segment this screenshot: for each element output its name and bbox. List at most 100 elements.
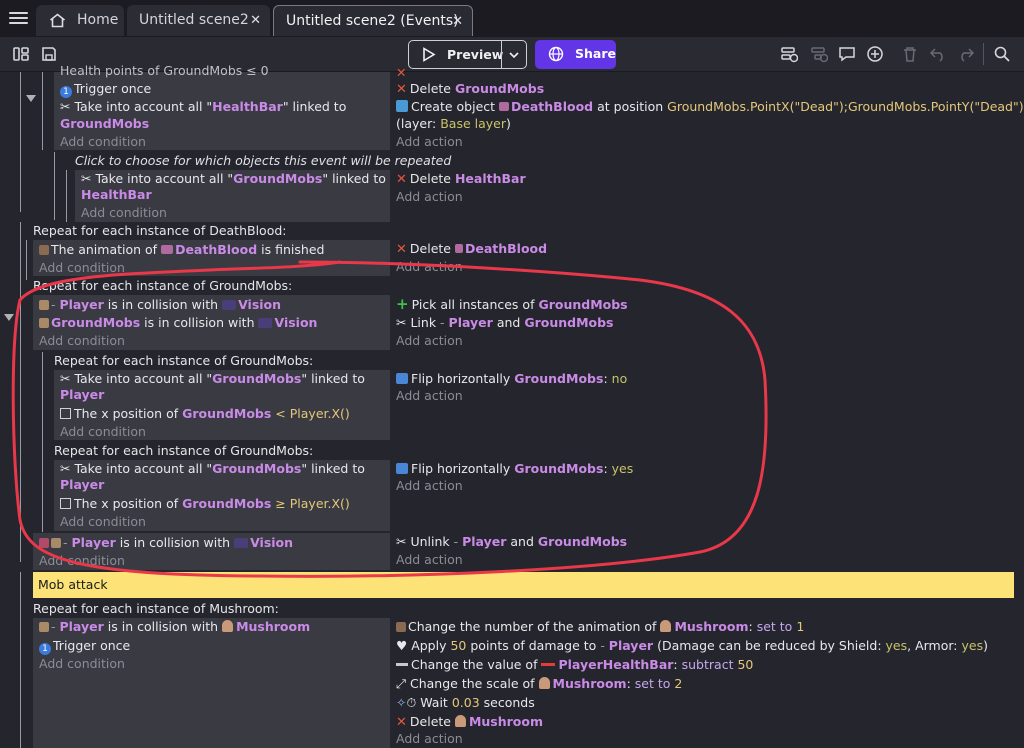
event-actions[interactable]: + Pick all instances of GroundMobs ✂ Link… [396,295,1016,350]
tab-scene[interactable]: Untitled scene2 ✕ [127,5,270,36]
condition-x-position[interactable]: The x position of GroundMobs ≥ Player.X(… [60,495,350,513]
event-actions[interactable]: ✕ ✕ Delete GroundMobs Create object Death… [396,65,1024,151]
action-text: Pick all instances of [411,297,535,312]
add-action[interactable]: Add action [396,133,463,151]
add-action[interactable]: Add action [396,332,463,350]
action-delete[interactable]: ✕ Delete GroundMobs [396,80,544,98]
event-header[interactable]: Repeat for each instance of GroundMobs: [54,442,313,460]
search-icon[interactable] [993,45,1011,63]
event-header[interactable]: Repeat for each instance of GroundMobs: [54,352,313,370]
add-condition[interactable]: Add condition [81,204,167,222]
action-change-scale[interactable]: ⤢ Change the scale of Mushroom: set to 2 [396,675,682,693]
comment-mob-attack[interactable]: Mob attack [33,572,1014,598]
add-condition[interactable]: Add condition [39,552,125,570]
action-create-object[interactable]: Create object DeathBlood at position Gro… [396,98,1024,116]
delete-icon: ✕ [396,715,407,730]
action-text: (layer: [396,116,437,131]
condition-link[interactable]: ✂ Take into account all "HealthBar" link… [60,98,346,116]
condition-text: " linked to [301,461,365,476]
condition-trigger-once[interactable]: 1 Trigger once [60,80,151,98]
event-conditions[interactable]: - Player is in collision with Mushroom 1… [33,618,390,748]
condition-collision[interactable]: - Player is in collision with Mushroom [39,618,310,636]
event-actions[interactable]: ✕ Delete HealthBar Add action [396,170,1016,222]
add-event-icon[interactable] [780,45,798,63]
action-flip[interactable]: Flip horizontally GroundMobs: yes [396,460,633,478]
trash-icon[interactable] [901,45,919,63]
condition-x-position[interactable]: The x position of GroundMobs < Player.X(… [60,405,350,423]
condition-link[interactable]: ✂ Take into account all "GroundMobs" lin… [60,370,365,388]
event-header[interactable]: Repeat for each instance of Mushroom: [33,600,279,618]
tab-scene-events[interactable]: Untitled scene2 (Events) ✕ [273,5,473,36]
add-condition[interactable]: Add condition [39,332,125,350]
action-change-animation[interactable]: Change the number of the animation of Mu… [396,618,804,636]
add-condition[interactable]: Add condition [60,133,146,151]
event-conditions[interactable]: ✂ Take into account all "GroundMobs" lin… [75,170,390,222]
add-action[interactable]: Add action [396,188,463,206]
collapse-arrow-icon[interactable] [26,95,36,102]
condition-collision[interactable]: - Player is in collision with Vision [39,534,293,552]
close-icon[interactable]: ✕ [250,5,261,36]
event-header[interactable]: Repeat for each instance of GroundMobs: [33,277,292,295]
add-icon[interactable] [866,45,884,63]
collapse-arrow-icon[interactable] [4,314,14,321]
condition-collision[interactable]: GroundMobs is in collision with Vision [39,314,317,332]
object-icon [39,300,49,310]
add-action[interactable]: Add action [396,258,463,276]
event-conditions[interactable]: - Player is in collision with Vision Gro… [33,295,390,350]
event-conditions[interactable]: ✂ Take into account all "GroundMobs" lin… [54,370,390,440]
chevron-down-icon[interactable] [508,50,520,60]
redo-icon[interactable] [957,45,975,63]
action-link[interactable]: ✂ Link - Player and GroundMobs [396,314,614,332]
condition-link[interactable]: ✂ Take into account all "GroundMobs" lin… [60,460,365,478]
action-unlink[interactable]: ✂ Unlink - Player and GroundMobs [396,533,627,551]
add-subevent-icon[interactable] [810,45,828,63]
add-condition[interactable]: Add condition [60,513,146,531]
save-icon[interactable] [40,45,58,63]
event-actions[interactable]: Change the number of the animation of Mu… [396,618,1016,748]
panels-icon[interactable] [12,45,30,63]
tab-home[interactable]: Home [36,5,124,36]
action-flip[interactable]: Flip horizontally GroundMobs: no [396,370,627,388]
object-name: GroundMobs [51,315,141,330]
condition-animation-finished[interactable]: The animation of DeathBlood is finished [39,241,324,259]
add-condition[interactable]: Add condition [39,655,125,673]
action-delete[interactable]: ✕ Delete HealthBar [396,170,526,188]
delete-icon: ✕ [396,172,407,187]
event-actions[interactable]: Flip horizontally GroundMobs: no Add act… [396,370,1016,440]
add-action[interactable]: Add action [396,387,463,405]
object-name: GroundMobs [212,371,302,386]
add-condition[interactable]: Add condition [39,259,125,277]
event-conditions[interactable]: The animation of DeathBlood is finished … [33,240,390,276]
preview-button[interactable]: Preview [408,40,527,69]
event-conditions[interactable]: ✂ Take into account all "GroundMobs" lin… [54,460,390,531]
object-name: PlayerHealthBar [558,657,674,672]
object-name: Vision [250,535,294,550]
event-conditions[interactable]: - Player is in collision with Vision Add… [33,533,390,570]
repeat-hint[interactable]: Click to choose for which objects this e… [75,152,451,170]
comment-icon[interactable] [838,45,856,63]
event-actions[interactable]: ✂ Unlink - Player and GroundMobs Add act… [396,533,1016,570]
action-change-value[interactable]: Change the value of PlayerHealthBar: sub… [396,656,753,674]
condition-trigger-once[interactable]: 1 Trigger once [39,637,130,655]
add-action[interactable]: Add action [396,551,463,569]
menu-icon[interactable] [8,9,28,29]
event-actions[interactable]: ✕ Delete DeathBlood Add action [396,240,1016,276]
action-delete[interactable]: ✕ Delete Mushroom [396,713,543,731]
share-button[interactable]: Share [535,40,616,69]
action-text: Flip horizontally [411,371,511,386]
flip-icon [396,373,408,384]
add-condition[interactable]: Add condition [60,423,146,441]
event-actions[interactable]: Flip horizontally GroundMobs: yes Add ac… [396,460,1016,531]
add-action[interactable]: Add action [396,477,463,495]
event-header[interactable]: Repeat for each instance of DeathBlood: [33,222,287,240]
action-apply-damage[interactable]: ♥ Apply 50 points of damage to - Player … [396,637,988,655]
add-action[interactable]: Add action [396,730,463,748]
action-delete[interactable]: ✕ Delete DeathBlood [396,240,547,258]
action-wait[interactable]: ✧⏱ Wait 0.03 seconds [396,694,535,712]
action-pick-all[interactable]: + Pick all instances of GroundMobs [396,295,628,313]
condition-text: " linked to [322,171,386,186]
event-conditions[interactable]: Health points of GroundMobs ≤ 0 1 Trigger… [54,63,390,151]
condition-collision[interactable]: - Player is in collision with Vision [39,296,281,314]
undo-icon[interactable] [929,45,947,63]
close-icon[interactable]: ✕ [452,6,463,37]
